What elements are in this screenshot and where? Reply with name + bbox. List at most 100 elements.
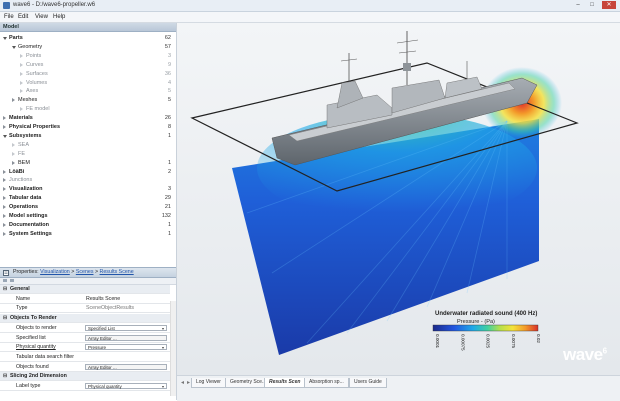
collapsed-arrow-icon[interactable] <box>3 214 6 218</box>
tree-item-count: 2 <box>167 168 171 175</box>
tree-item[interactable]: Points 3 <box>0 52 175 60</box>
collapsed-arrow-icon[interactable] <box>12 160 15 165</box>
tree-item-count: 1 <box>167 230 171 237</box>
tree-item-label: Subsystems <box>9 132 42 139</box>
tree-item[interactable]: Junctions <box>0 176 175 184</box>
tree-item-label: Documentation <box>9 221 50 228</box>
properties-scrollbar[interactable] <box>170 301 176 396</box>
menu-help[interactable]: Help <box>53 14 65 20</box>
tab-absorption-spectrum[interactable]: Absorption sp... <box>304 378 349 388</box>
property-dropdown[interactable]: Physical quantity ▾ <box>85 383 167 389</box>
collapsed-arrow-icon[interactable] <box>3 222 6 227</box>
collapsed-arrow-icon[interactable] <box>3 125 6 129</box>
array-editor-button[interactable]: Array Editor ... <box>85 334 167 341</box>
property-key: Slicing 2nd Dimension <box>10 373 67 380</box>
collapsed-arrow-icon[interactable] <box>3 116 6 121</box>
tree-item[interactable]: Meshes 5 <box>0 96 175 104</box>
filter-icon[interactable] <box>10 279 14 282</box>
tree-item-label: System Settings <box>9 230 52 237</box>
tree-item[interactable]: FE <box>0 150 175 158</box>
sort-icon[interactable] <box>3 279 7 282</box>
property-dropdown[interactable]: Specified List ▾ <box>85 324 167 331</box>
property-dropdown-value: Physical quantity <box>88 384 122 389</box>
collapsed-arrow-icon[interactable] <box>3 196 6 201</box>
property-row: Name Results Scene <box>0 295 170 304</box>
legend-tick-label: 0.02 <box>536 334 541 343</box>
property-key: Label type <box>16 383 41 389</box>
tree-item[interactable]: Model settings 132 <box>0 212 175 220</box>
expanded-arrow-icon[interactable] <box>12 45 16 49</box>
close-icon[interactable]: ✕ <box>602 1 616 9</box>
tree-item-label: FE model <box>26 106 50 113</box>
tree-item[interactable]: Axes 5 <box>0 87 175 95</box>
chevron-down-icon: ▾ <box>161 345 164 351</box>
minimize-icon[interactable]: – <box>572 1 584 9</box>
tree-item-label: FE <box>18 150 26 157</box>
menu-edit[interactable]: Edit <box>18 14 28 20</box>
collapse-section-icon[interactable]: ⊟ <box>3 372 7 380</box>
tree-item[interactable]: Surfaces 36 <box>0 70 175 78</box>
array-editor-button[interactable]: Array Editor ... <box>85 363 167 370</box>
tree-item[interactable]: Volumes 4 <box>0 79 175 87</box>
collapsed-arrow-icon[interactable] <box>3 231 6 236</box>
tree-item-label: Surfaces <box>26 70 48 77</box>
crumb-results-scene[interactable]: Results Scene <box>100 269 134 275</box>
expanded-arrow-icon[interactable] <box>3 37 7 40</box>
tree-item[interactable]: System Settings 1 <box>0 230 175 238</box>
tree-item[interactable]: Documentation 1 <box>0 221 175 229</box>
tab-results-scene[interactable]: Results Scen <box>264 378 306 388</box>
property-section[interactable]: ⊟ General <box>0 285 170 294</box>
tab-log-viewer[interactable]: Log Viewer <box>191 378 226 388</box>
collapsed-arrow-icon[interactable] <box>12 98 15 103</box>
tree-item-label: Geometry <box>18 43 43 50</box>
collapsed-arrow-icon[interactable] <box>3 169 6 174</box>
collapsed-arrow-icon[interactable] <box>3 178 6 183</box>
tab-scroll-right-icon[interactable]: ▸ <box>187 379 190 386</box>
property-key: Type <box>16 305 28 312</box>
tab-users-guide[interactable]: Users Guide <box>349 378 387 388</box>
tree-item-count: 5 <box>167 88 171 95</box>
tree-item[interactable]: Materials 26 <box>0 114 175 122</box>
tree-item[interactable]: Subsystems 1 <box>0 132 175 140</box>
tree-item[interactable]: Geometry 57 <box>0 43 175 51</box>
tree-item[interactable]: FE model <box>0 105 175 113</box>
tree-item[interactable]: Operations 21 <box>0 203 175 211</box>
tree-item-label: Volumes <box>26 79 48 86</box>
tree-item[interactable]: LöäBi 2 <box>0 168 175 176</box>
maximize-icon[interactable]: □ <box>586 1 598 9</box>
collapse-section-icon[interactable]: ⊟ <box>3 285 7 293</box>
menu-file[interactable]: File <box>4 14 14 20</box>
tree-item-count: 21 <box>164 204 171 211</box>
tree-item-label: Materials <box>9 115 33 122</box>
tree-item-label: Meshes <box>18 97 38 104</box>
viewport-3d[interactable]: Underwater radiated sound (400 Hz) Press… <box>177 23 620 375</box>
tree-item[interactable]: Tabular data 29 <box>0 194 175 202</box>
property-value[interactable]: Results Scene <box>86 295 120 303</box>
properties-header: Properties: Visualization > Scenes > Res… <box>0 268 176 278</box>
property-key: Objects to render <box>16 324 57 331</box>
property-section[interactable]: ⊟ Objects To Render <box>0 314 170 324</box>
properties-panel: Properties: Visualization > Scenes > Res… <box>0 267 176 401</box>
legend-unit: Pressure - (Pa) <box>457 319 495 325</box>
crumb-visualization[interactable]: Visualization <box>40 269 70 275</box>
collapse-section-icon[interactable]: ⊟ <box>3 314 7 322</box>
collapsed-arrow-icon[interactable] <box>3 205 6 210</box>
tree-item[interactable]: Physical Properties 8 <box>0 123 175 131</box>
expanded-arrow-icon[interactable] <box>3 134 7 138</box>
property-dropdown[interactable]: Pressure ▾ <box>85 344 167 351</box>
tree-item[interactable]: BEM 1 <box>0 159 175 167</box>
menu-view[interactable]: View <box>35 14 48 20</box>
chevron-down-icon: ▾ <box>161 325 164 331</box>
tree-item[interactable]: Parts 62 <box>0 34 175 42</box>
tree-item[interactable]: SEA <box>0 141 175 149</box>
tree-item-label: BEM <box>18 159 30 166</box>
crumb-scenes[interactable]: Scenes <box>76 269 94 275</box>
legend-tick-label: 0.0075 <box>511 334 516 348</box>
tree-item-label: Model settings <box>9 213 48 219</box>
tree-item[interactable]: Curves 9 <box>0 61 175 69</box>
tree-item[interactable]: Visualization 3 <box>0 185 175 193</box>
collapsed-arrow-icon[interactable] <box>3 187 6 192</box>
property-section[interactable]: ⊟ Slicing 2nd Dimension <box>0 372 170 382</box>
tab-scroll-left-icon[interactable]: ◂ <box>181 379 184 386</box>
property-dropdown-value: Pressure <box>88 345 107 351</box>
